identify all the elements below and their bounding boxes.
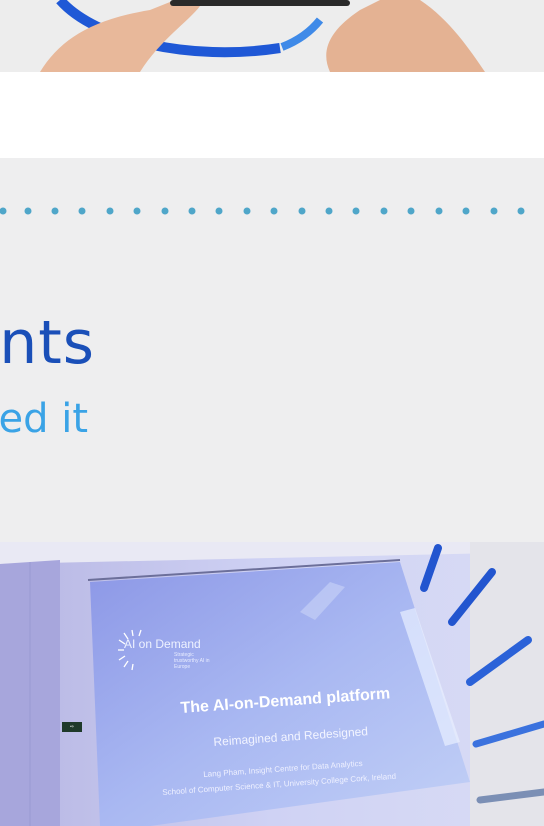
spacer [0,72,544,158]
dotted-divider [0,207,525,215]
slide-logo: AI on Demand [124,637,201,651]
section-subheading: ed it [0,396,88,442]
exit-sign: ⇨ [62,722,82,732]
section-heading: nts [0,308,95,378]
slide-logo-tagline: Strategic trustworthy AI in Europe [174,652,210,670]
hero-image [0,0,544,72]
